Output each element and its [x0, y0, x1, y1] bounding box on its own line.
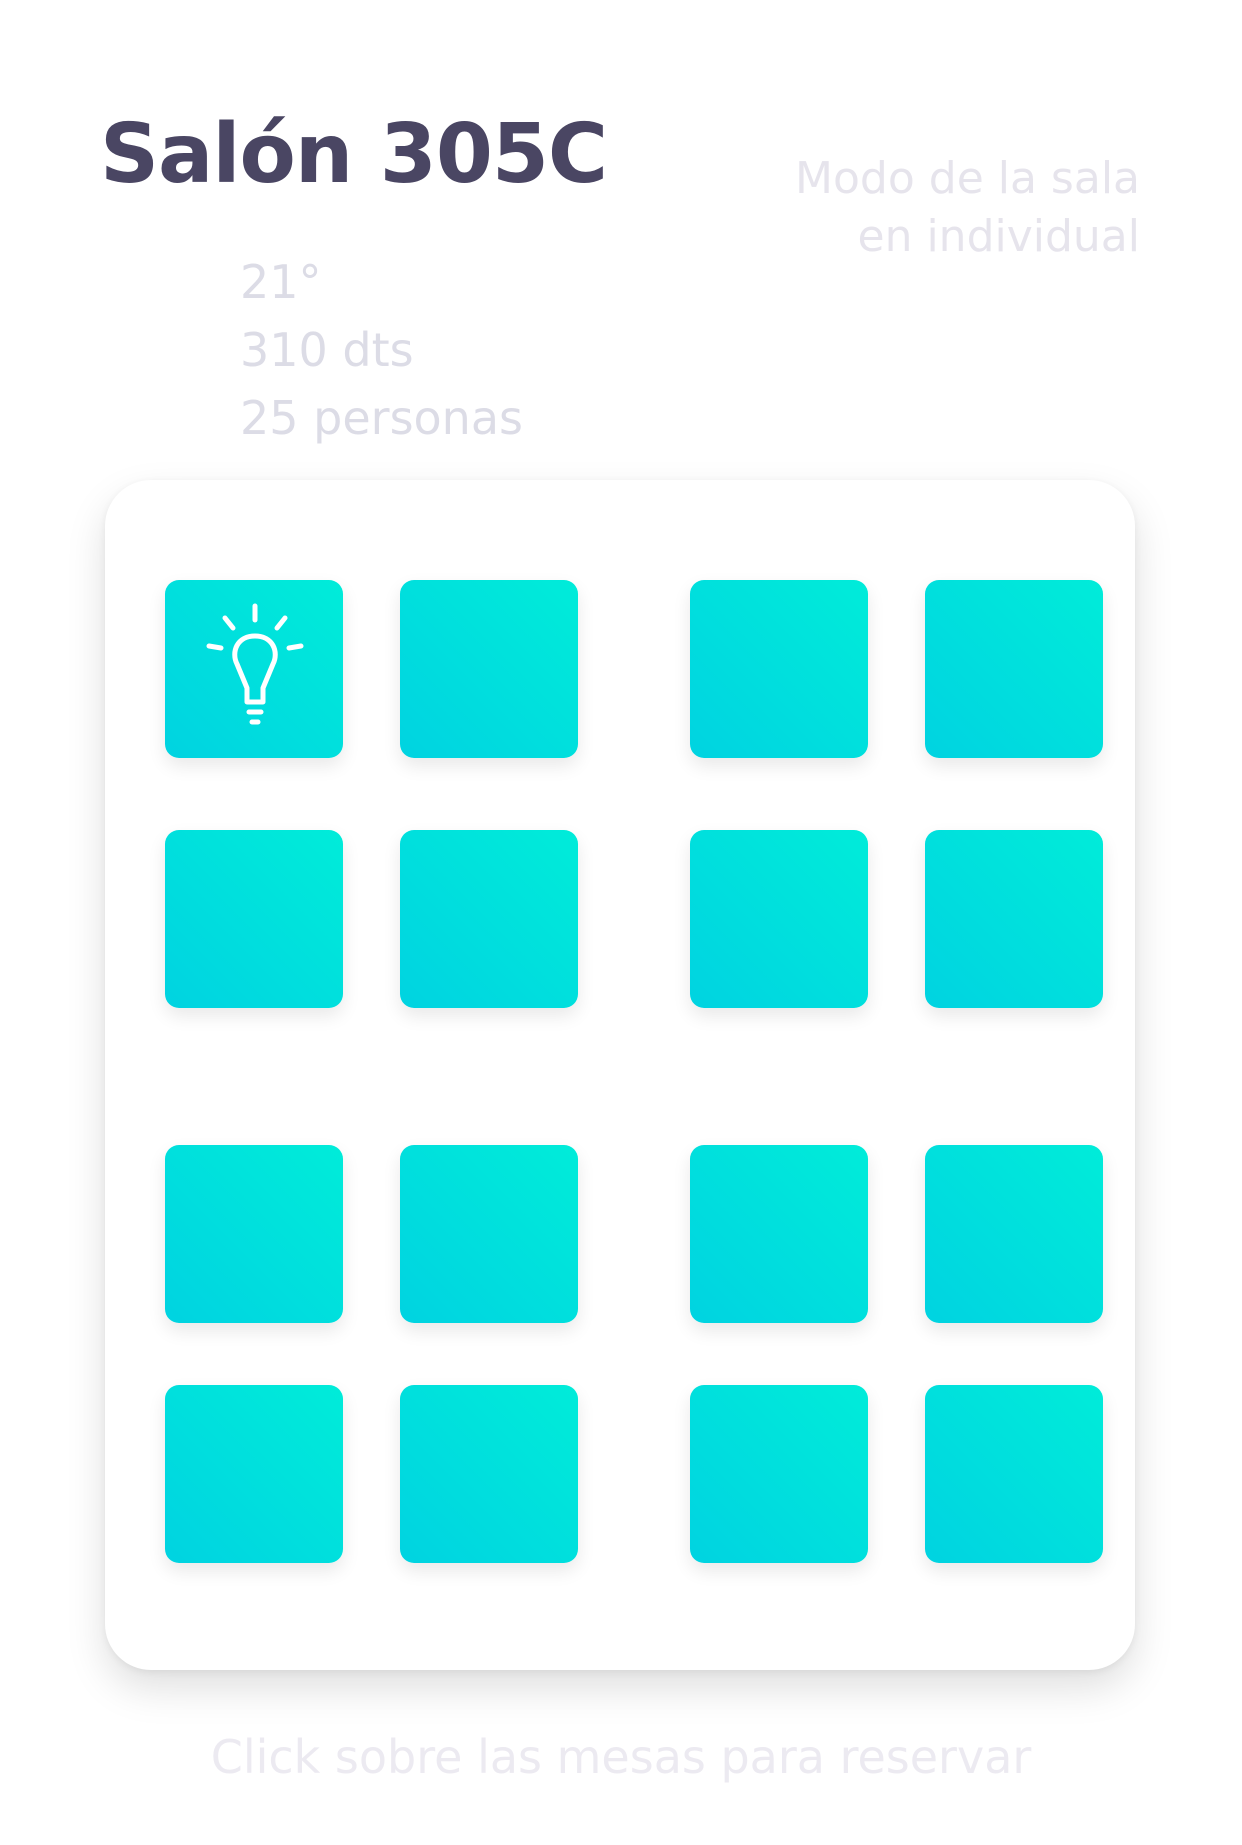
desk-1[interactable]: [165, 580, 343, 758]
desk-2[interactable]: [400, 580, 578, 758]
desk-10[interactable]: [400, 1145, 578, 1323]
desk-6[interactable]: [400, 830, 578, 1008]
desk-9[interactable]: [165, 1145, 343, 1323]
desk-5[interactable]: [165, 830, 343, 1008]
room-map: [105, 480, 1135, 1670]
desk-16[interactable]: [925, 1385, 1103, 1563]
desk-12[interactable]: [925, 1145, 1103, 1323]
room-info: 21° 310 dts 25 personas: [240, 248, 523, 452]
desk-7[interactable]: [690, 830, 868, 1008]
room-mode-line-2: en individual: [857, 211, 1140, 262]
desk-13[interactable]: [165, 1385, 343, 1563]
page-title: Salón 305C: [100, 107, 608, 202]
room-capacity: 25 personas: [240, 391, 523, 445]
desk-14[interactable]: [400, 1385, 578, 1563]
desk-15[interactable]: [690, 1385, 868, 1563]
reservation-hint: Click sobre las mesas para reservar: [210, 1730, 1032, 1784]
desk-4[interactable]: [925, 580, 1103, 758]
desk-8[interactable]: [925, 830, 1103, 1008]
desk-11[interactable]: [690, 1145, 868, 1323]
room-floor: 21°: [240, 255, 322, 309]
desk-3[interactable]: [690, 580, 868, 758]
room-mode: Modo de la sala en individual: [720, 150, 1140, 266]
room-area: 310 dts: [240, 323, 414, 377]
room-mode-line-1: Modo de la sala: [795, 153, 1140, 204]
lightbulb-icon: [206, 603, 304, 725]
